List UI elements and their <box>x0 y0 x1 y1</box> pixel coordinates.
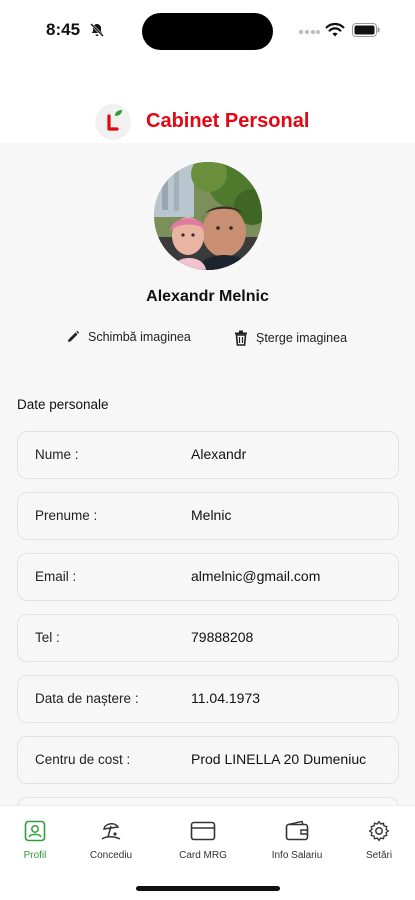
field-tel: Tel : 79888208 <box>17 614 399 662</box>
avatar[interactable] <box>154 162 262 270</box>
camera-notch <box>142 13 273 50</box>
tab-setari[interactable]: Setări <box>339 820 415 861</box>
field-prenume: Prenume : Melnic <box>17 492 399 540</box>
battery-icon <box>352 23 380 37</box>
wallet-icon <box>285 820 309 841</box>
tab-label: Concediu <box>89 850 133 861</box>
tab-label: Info Salariu <box>271 850 323 861</box>
tab-concediu[interactable]: Concediu <box>71 820 151 861</box>
gear-icon <box>368 820 390 842</box>
field-label: Centru de cost : <box>35 752 131 767</box>
field-birth-date: Data de naștere : 11.04.1973 <box>17 675 399 723</box>
delete-image-label: Șterge imaginea <box>256 331 348 345</box>
field-value: Alexandr <box>191 446 247 462</box>
tab-label: Card MRG <box>179 850 227 861</box>
section-title-personal: Date personale <box>17 397 109 412</box>
field-value: almelnic@gmail.com <box>191 568 321 584</box>
change-image-label: Schimbă imaginea <box>88 330 191 344</box>
card-icon <box>190 821 216 841</box>
field-label: Email : <box>35 569 77 584</box>
wifi-icon <box>325 22 345 37</box>
field-email: Email : almelnic@gmail.com <box>17 553 399 601</box>
field-label: Nume : <box>35 447 79 462</box>
trash-icon <box>235 330 247 346</box>
linella-logo <box>95 104 131 140</box>
change-image-button[interactable]: Schimbă imaginea <box>66 330 191 344</box>
field-partial-next <box>17 797 399 805</box>
status-bar: 8:45 <box>0 0 415 64</box>
page-title: Cabinet Personal <box>146 110 310 132</box>
tab-label: Setări <box>365 850 393 861</box>
tab-info-salariu[interactable]: Info Salariu <box>257 820 337 861</box>
field-label: Tel : <box>35 630 60 645</box>
beach-umbrella-icon <box>101 823 121 840</box>
field-label: Data de naștere : <box>35 691 139 706</box>
profile-icon <box>24 820 46 842</box>
tab-card-mrg[interactable]: Card MRG <box>163 820 243 861</box>
status-time: 8:45 <box>46 20 81 39</box>
pencil-icon <box>68 330 80 342</box>
home-indicator[interactable] <box>136 886 280 891</box>
field-value: Prod LINELLA 20 Dumeniuc <box>191 751 367 767</box>
bell-muted-icon <box>90 23 104 37</box>
field-value: 11.04.1973 <box>191 690 261 706</box>
field-value: Melnic <box>191 507 232 523</box>
user-name: Alexandr Melnic <box>146 288 269 305</box>
field-value: 79888208 <box>191 629 254 645</box>
field-label: Prenume : <box>35 508 98 523</box>
field-nume: Nume : Alexandr <box>17 431 399 479</box>
field-cost-center: Centru de cost : Prod LINELLA 20 Dumeniu… <box>17 736 399 784</box>
signal-dots-icon <box>298 29 320 35</box>
delete-image-button[interactable]: Șterge imaginea <box>234 330 347 346</box>
profile-content: Alexandr Melnic Schimbă imaginea Șterge … <box>0 143 415 805</box>
tab-profil[interactable]: Profil <box>0 820 75 861</box>
tab-label: Profil <box>23 850 47 861</box>
